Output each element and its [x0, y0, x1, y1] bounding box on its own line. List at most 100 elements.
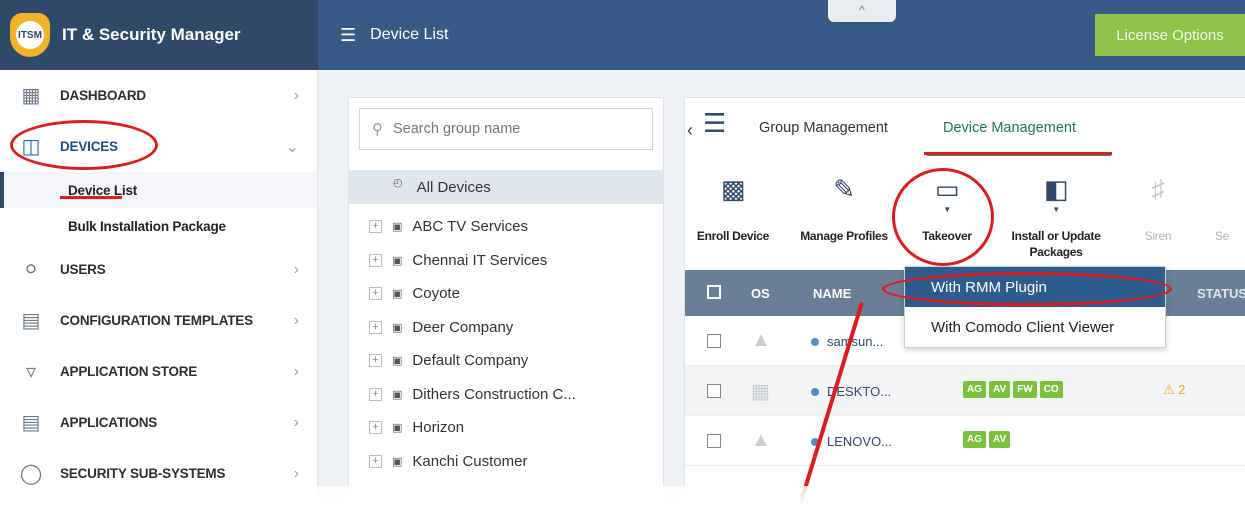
expand-plus-icon[interactable]: +: [369, 287, 382, 301]
shield-icon: ◯: [19, 463, 43, 485]
brand-bar: ITSM IT & Security Manager: [0, 0, 318, 70]
tab-device-management[interactable]: Device Management: [943, 120, 1076, 136]
group-icon: ▣: [392, 221, 403, 234]
device-name-link[interactable]: DESKTO...: [811, 384, 891, 399]
chevron-left-icon[interactable]: ‹: [687, 120, 693, 141]
takeover-button[interactable]: ▭ ▼ Takeover: [911, 172, 983, 244]
expand-plus-icon[interactable]: +: [369, 320, 382, 334]
group-list: + ▣ ABC TV Services + ▣ Chennai IT Services …: [349, 210, 663, 478]
sidebar-subitem-device-list[interactable]: Device List: [0, 172, 317, 208]
group-icon: ▣: [392, 355, 403, 368]
device-toolbar: ▩ Enroll Device ✎ Manage Profiles ▭ ▼ Ta…: [685, 162, 1245, 268]
top-bar: ☰ Device List ^ License Options: [318, 0, 1245, 70]
group-row[interactable]: + ▣ Kanchi Customer: [349, 445, 663, 479]
group-label: ABC TV Services: [412, 218, 528, 236]
manage-profiles-button[interactable]: ✎ Manage Profiles: [789, 172, 899, 244]
sidebar-item-configuration-templates[interactable]: ▤ CONFIGURATION TEMPLATES ›: [0, 295, 317, 346]
sidebar-item-application-store[interactable]: ▿ APPLICATION STORE ›: [0, 346, 317, 397]
group-row[interactable]: + ▣ Horizon: [349, 411, 663, 445]
active-tab-underline: [927, 153, 1111, 156]
chevron-right-icon: ›: [293, 413, 299, 431]
group-icon: ▣: [392, 388, 403, 401]
clipped-toolbar-button[interactable]: ​ Se: [1207, 172, 1237, 244]
manage-profiles-icon: ✎: [833, 174, 855, 204]
tab-group-management[interactable]: Group Management: [759, 120, 888, 136]
badge-av: AV: [989, 381, 1011, 398]
row-checkbox[interactable]: [707, 384, 721, 398]
group-label: Horizon: [412, 419, 465, 437]
with-comodo-client-viewer-option[interactable]: With Comodo Client Viewer: [905, 307, 1165, 347]
sidebar-subitem-bulk-installation[interactable]: Bulk Installation Package: [0, 208, 317, 244]
group-label: Coyote: [412, 285, 460, 303]
badge-co: CO: [1039, 381, 1063, 398]
page-title: Device List: [370, 26, 449, 43]
takeover-label: Takeover: [922, 229, 972, 243]
column-name[interactable]: NAME: [813, 286, 851, 301]
select-all-checkbox[interactable]: [707, 285, 721, 299]
group-label: Chennai IT Services: [412, 251, 548, 269]
sidebar-item-devices[interactable]: ◫ DEVICES ⌄: [0, 121, 317, 172]
management-tabs: ‹ ☰ Group Management Device Management: [685, 98, 1245, 160]
column-status[interactable]: STATUS: [1197, 286, 1245, 301]
expand-plus-icon[interactable]: +: [369, 454, 382, 468]
column-os[interactable]: OS: [751, 286, 770, 301]
group-row[interactable]: + ▣ Default Company: [349, 344, 663, 378]
clipped-label: Se: [1214, 229, 1230, 243]
group-icon: ▣: [392, 254, 403, 267]
search-icon: ⚲: [372, 121, 383, 138]
expand-plus-icon[interactable]: +: [369, 220, 382, 234]
expand-plus-icon[interactable]: +: [369, 253, 382, 267]
sidebar-item-label: DEVICES: [60, 139, 118, 154]
device-name-link[interactable]: LENOVO...: [811, 434, 892, 449]
sidebar-item-label: DASHBOARD: [60, 88, 146, 103]
expand-plus-icon[interactable]: +: [369, 421, 382, 435]
group-row[interactable]: + ▣ Chennai IT Services: [349, 244, 663, 278]
license-options-button[interactable]: License Options: [1095, 14, 1245, 56]
group-label: Dithers Construction C...: [412, 385, 576, 403]
row-checkbox[interactable]: [707, 334, 721, 348]
table-row[interactable]: ▲ LENOVO... AG AV: [685, 416, 1245, 466]
group-label: Kanchi Customer: [412, 452, 528, 470]
device-name: samsun...: [827, 334, 884, 349]
device-name-link[interactable]: samsun...: [811, 334, 883, 349]
expand-plus-icon[interactable]: +: [369, 354, 382, 368]
sidebar-item-applications[interactable]: ▤ APPLICATIONS ›: [0, 397, 317, 448]
user-icon: ⚪: [22, 259, 40, 281]
group-row[interactable]: + ▣ Coyote: [349, 277, 663, 311]
caret-down-icon: ▼: [943, 205, 951, 214]
android-icon: ▲: [751, 329, 771, 351]
group-row[interactable]: + ▣ Deer Company: [349, 311, 663, 345]
chevron-right-icon: ›: [293, 311, 299, 329]
siren-icon: ♯: [1151, 174, 1165, 204]
install-update-line1: Install or Update: [1011, 229, 1101, 243]
row-checkbox[interactable]: [707, 434, 721, 448]
chevron-right-icon: ›: [293, 464, 299, 482]
all-devices-node[interactable]: ◴ All Devices: [349, 170, 663, 204]
sidebar-item-label: USERS: [60, 262, 106, 277]
manage-profiles-label: Manage Profiles: [800, 229, 888, 243]
collapse-header-tab[interactable]: ^: [828, 0, 896, 22]
sidebar-item-dashboard[interactable]: ▦ DASHBOARD ›: [0, 70, 317, 121]
enroll-device-button[interactable]: ▩ Enroll Device: [693, 172, 773, 244]
group-search-input[interactable]: [393, 121, 633, 137]
sidebar-item-label: APPLICATIONS: [60, 415, 158, 430]
with-rmm-plugin-option[interactable]: With RMM Plugin: [905, 267, 1165, 307]
group-row[interactable]: + ▣ Dithers Construction C...: [349, 378, 663, 412]
siren-button[interactable]: ♯ Siren: [1133, 172, 1183, 244]
group-icon: ▣: [392, 321, 403, 334]
sidebar-item-users[interactable]: ⚪ USERS ›: [0, 244, 317, 295]
warning-count[interactable]: ⚠ 2: [1163, 382, 1186, 398]
group-icon: ▣: [392, 288, 403, 301]
install-update-packages-button[interactable]: ◧ ▼ Install or Update Packages: [1001, 172, 1111, 260]
hamburger-menu-icon[interactable]: ☰: [340, 25, 356, 46]
laptop-icon: ▭: [934, 174, 960, 204]
group-row[interactable]: + ▣ ABC TV Services: [349, 210, 663, 244]
enroll-device-icon: ▩: [720, 174, 746, 204]
expand-plus-icon[interactable]: +: [369, 387, 382, 401]
table-row[interactable]: ▦ DESKTO... AG AV FW CO ⚠ 2: [685, 366, 1245, 416]
group-label: Default Company: [412, 352, 529, 370]
applications-icon: ▤: [21, 412, 41, 434]
